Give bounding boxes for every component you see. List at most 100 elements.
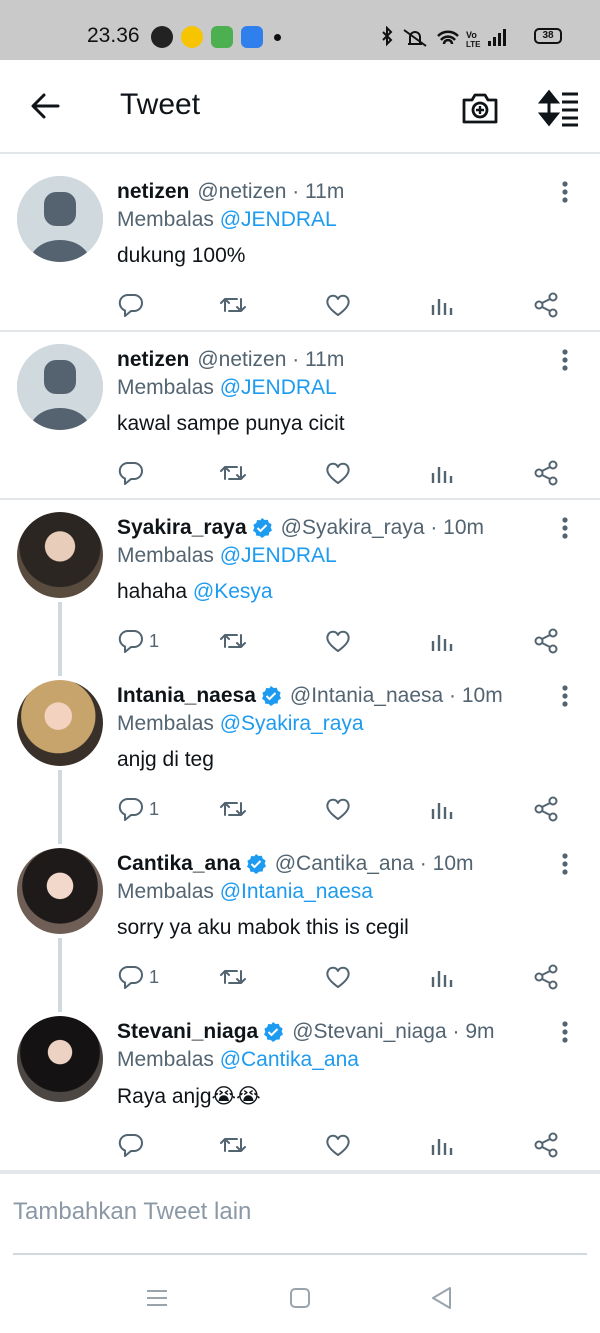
analytics-button[interactable] <box>428 290 456 320</box>
thread-line <box>58 938 62 1012</box>
retweet-button[interactable] <box>219 626 247 656</box>
reply-button[interactable]: 1 <box>117 626 159 656</box>
reply-button[interactable] <box>117 458 149 488</box>
reply-count: 1 <box>149 966 160 987</box>
retweet-button[interactable] <box>219 1130 247 1160</box>
more-icon[interactable] <box>556 1020 574 1044</box>
more-notifications-dot <box>274 34 281 41</box>
avatar[interactable] <box>17 176 103 262</box>
thread-line <box>58 602 62 676</box>
more-icon[interactable] <box>556 348 574 372</box>
like-button[interactable] <box>324 458 352 488</box>
tweet-header: netizen @netizen · 11m <box>117 348 344 372</box>
reply-icon <box>118 797 143 821</box>
reply-count: 1 <box>149 630 160 651</box>
back-arrow-icon[interactable] <box>28 88 64 124</box>
like-button[interactable] <box>324 1130 352 1160</box>
retweet-button[interactable] <box>219 794 247 824</box>
like-button[interactable] <box>324 290 352 320</box>
tweet-header: netizen @netizen · 11m <box>117 180 344 204</box>
like-button[interactable] <box>324 794 352 824</box>
display-name[interactable]: Cantika_ana <box>117 852 241 876</box>
reply-button[interactable]: 1 <box>117 962 159 992</box>
tweet-item[interactable]: Syakira_raya @Syakira_raya · 10m Membala… <box>0 500 600 676</box>
display-name[interactable]: netizen <box>117 180 189 204</box>
app-notification-icon <box>151 26 173 48</box>
reply-button[interactable]: 1 <box>117 794 159 824</box>
analytics-button[interactable] <box>428 794 456 824</box>
like-icon <box>326 966 350 988</box>
svg-text:LTE: LTE <box>466 40 481 49</box>
reply-button[interactable] <box>117 290 149 320</box>
reply-mention[interactable]: @JENDRAL <box>220 544 337 567</box>
avatar[interactable] <box>17 512 103 598</box>
tweet-body: Raya anjg😭😭 <box>117 1085 261 1108</box>
retweet-button[interactable] <box>219 962 247 992</box>
share-icon <box>534 964 558 990</box>
tweet-feed: netizen @netizen · 11m Membalas @JENDRAL… <box>0 164 600 1172</box>
svg-text:Vo: Vo <box>466 30 477 40</box>
like-button[interactable] <box>324 626 352 656</box>
share-button[interactable] <box>532 794 560 824</box>
app-header: Tweet <box>0 60 600 154</box>
tweet-item[interactable]: Stevani_niaga @Stevani_niaga · 9m Membal… <box>0 1004 600 1172</box>
avatar[interactable] <box>17 344 103 430</box>
retweet-icon <box>220 970 246 984</box>
reply-mention[interactable]: @JENDRAL <box>220 376 337 399</box>
display-name[interactable]: Stevani_niaga <box>117 1020 258 1044</box>
display-name[interactable]: netizen <box>117 348 189 372</box>
menu-icon[interactable] <box>143 1284 171 1312</box>
sort-icon[interactable] <box>538 88 580 128</box>
display-name[interactable]: Syakira_raya <box>117 516 247 540</box>
page-title: Tweet <box>120 88 201 121</box>
reply-icon <box>118 461 143 485</box>
share-button[interactable] <box>532 962 560 992</box>
handle-time: @netizen · 11m <box>197 180 345 203</box>
analytics-icon <box>431 803 453 819</box>
verified-icon <box>252 518 272 538</box>
tweet-item[interactable]: Intania_naesa @Intania_naesa · 10m Memba… <box>0 668 600 844</box>
display-name[interactable]: Intania_naesa <box>117 684 256 708</box>
app-notification-icon <box>241 26 263 48</box>
reply-prefix: Membalas <box>117 880 220 903</box>
reply-mention[interactable]: @Intania_naesa <box>220 880 373 903</box>
reply-button[interactable] <box>117 1130 149 1160</box>
retweet-button[interactable] <box>219 290 247 320</box>
share-button[interactable] <box>532 290 560 320</box>
analytics-button[interactable] <box>428 962 456 992</box>
add-tweet-input[interactable]: Tambahkan Tweet lain <box>13 1198 251 1226</box>
tweet-item[interactable]: Cantika_ana @Cantika_ana · 10m Membalas … <box>0 836 600 1012</box>
analytics-button[interactable] <box>428 626 456 656</box>
retweet-button[interactable] <box>219 458 247 488</box>
tweet-text: Raya anjg😭😭 <box>117 1084 261 1109</box>
more-icon[interactable] <box>556 516 574 540</box>
more-icon[interactable] <box>556 852 574 876</box>
avatar[interactable] <box>17 680 103 766</box>
tweet-item[interactable]: netizen @netizen · 11m Membalas @JENDRAL… <box>0 332 600 500</box>
text-mention[interactable]: @Kesya <box>193 580 273 603</box>
status-time: 23.36 <box>87 24 140 47</box>
avatar[interactable] <box>17 848 103 934</box>
share-button[interactable] <box>532 1130 560 1160</box>
system-status-icons: Vo LTE <box>382 26 506 49</box>
reply-mention[interactable]: @JENDRAL <box>220 208 337 231</box>
tweet-actions <box>117 458 572 488</box>
reply-mention[interactable]: @Cantika_ana <box>220 1048 359 1071</box>
analytics-button[interactable] <box>428 1130 456 1160</box>
home-icon[interactable] <box>286 1284 314 1312</box>
reply-prefix: Membalas <box>117 544 220 567</box>
reply-mention[interactable]: @Syakira_raya <box>220 712 364 735</box>
more-icon[interactable] <box>556 180 574 204</box>
nav-back-icon[interactable] <box>428 1284 456 1312</box>
share-button[interactable] <box>532 458 560 488</box>
more-icon[interactable] <box>556 684 574 708</box>
share-button[interactable] <box>532 626 560 656</box>
like-button[interactable] <box>324 962 352 992</box>
camera-add-icon[interactable] <box>460 88 500 128</box>
analytics-button[interactable] <box>428 458 456 488</box>
tweet-item[interactable]: netizen @netizen · 11m Membalas @JENDRAL… <box>0 164 600 332</box>
tweet-body: sorry ya aku mabok this is cegil <box>117 916 409 939</box>
like-icon <box>326 1134 350 1156</box>
avatar[interactable] <box>17 1016 103 1102</box>
verified-icon <box>261 686 281 706</box>
